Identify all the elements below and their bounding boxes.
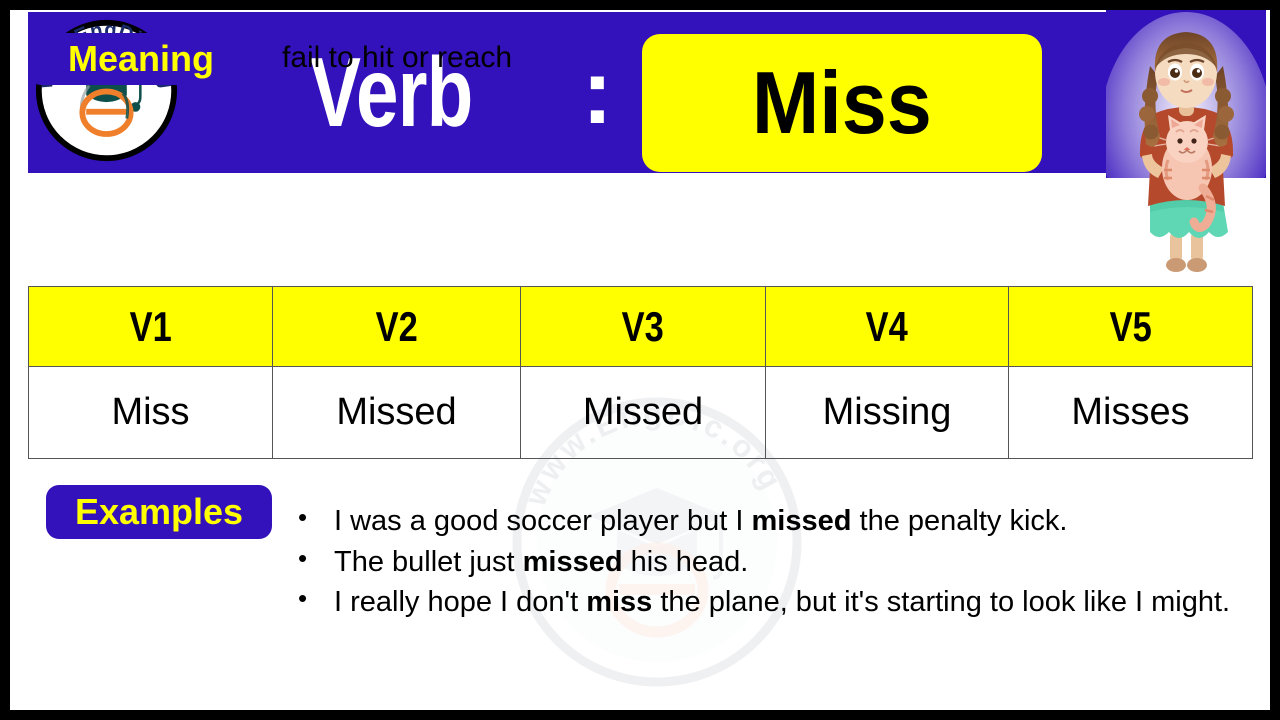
- table-row: Miss Missed Missed Missing Misses: [28, 366, 1253, 459]
- list-item: The bullet just missed his head.: [292, 541, 1247, 582]
- table-cell-v1: Miss: [28, 366, 273, 459]
- table-header-row: V1 V2 V3 V4 V5: [28, 286, 1253, 367]
- table-header-v5: V5: [1008, 286, 1253, 367]
- meaning-badge: Meaning: [30, 33, 252, 85]
- table-cell-v4: Missing: [765, 366, 1009, 459]
- example-1-keyword: missed: [751, 505, 852, 537]
- example-2-keyword: missed: [522, 545, 623, 578]
- table-cell-v3: Missed: [520, 366, 766, 459]
- list-item: I was a good soccer player but I missed …: [292, 500, 1247, 541]
- meaning-badge-label: Meaning: [67, 38, 214, 79]
- table-header-v2: V2: [272, 286, 521, 367]
- list-item: I really hope I don't miss the plane, bu…: [292, 581, 1247, 622]
- example-1-after: the penalty kick.: [851, 505, 1068, 537]
- girl-holding-cat-illustration: [1106, 10, 1266, 282]
- example-1-before: I was a good soccer player but I: [334, 505, 752, 537]
- table-header-v3: V3: [520, 286, 766, 367]
- verb-forms-infographic: www.EngDic.org www.EngDic.org: [0, 0, 1280, 720]
- example-2-after: his head.: [622, 545, 749, 578]
- example-2-before: The bullet just: [334, 545, 523, 578]
- example-3-before: I really hope I don't: [334, 586, 587, 619]
- examples-list: I was a good soccer player but I missed …: [292, 500, 1247, 624]
- example-3-after: the plane, but it's starting to look lik…: [652, 586, 1231, 619]
- meaning-row: [28, 183, 1252, 283]
- table-header-v1: V1: [28, 286, 273, 367]
- table-header-v4: V4: [765, 286, 1009, 367]
- examples-badge-label: Examples: [74, 491, 244, 532]
- verb-chip: Miss: [642, 34, 1042, 172]
- verb-chip-text: Miss: [751, 53, 932, 152]
- examples-badge: Examples: [46, 485, 272, 539]
- table-cell-v5: Misses: [1008, 366, 1253, 459]
- table-cell-v2: Missed: [272, 366, 521, 459]
- header-separator: :: [582, 40, 613, 143]
- meaning-text: fail to hit or reach: [282, 41, 513, 74]
- example-3-keyword: miss: [586, 586, 653, 619]
- verb-forms-table: V1 V2 V3 V4 V5 Miss Missed Missed Missin…: [28, 286, 1253, 459]
